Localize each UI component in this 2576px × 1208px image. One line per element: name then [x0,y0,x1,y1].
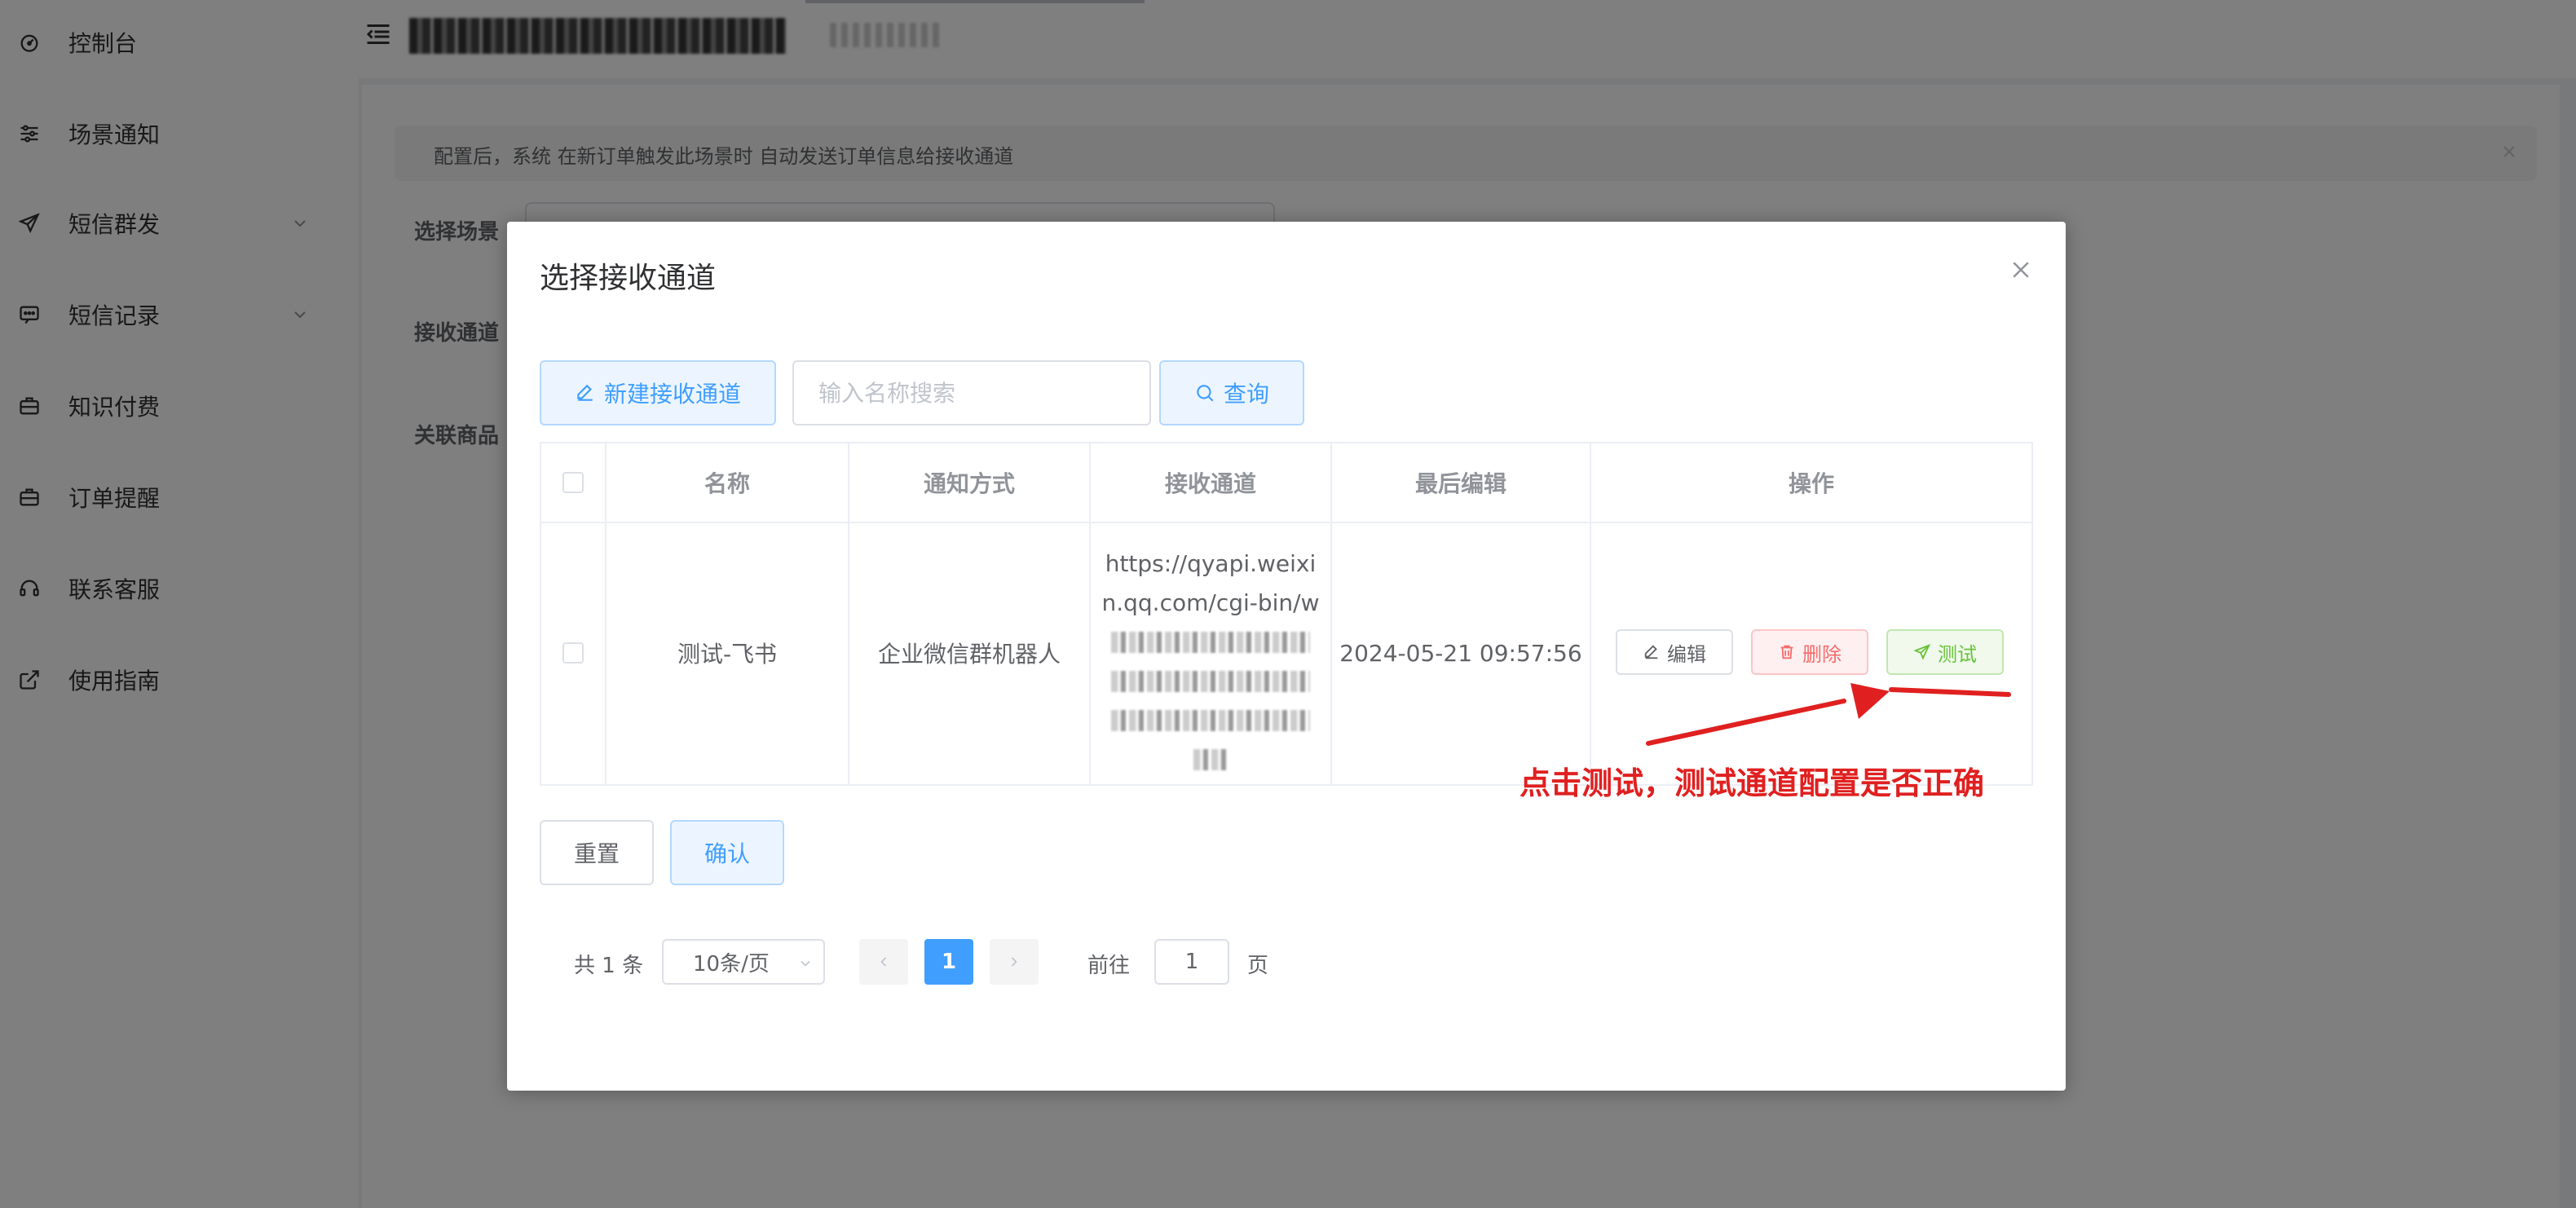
annotation-text: 点击测试，测试通道配置是否正确 [1520,765,1985,801]
search-button-label: 查询 [1223,381,1269,408]
select-all-cell [541,443,607,522]
page-size-value: 10条/页 [693,951,770,977]
select-channel-dialog: 选择接收通道 新建接收通道 查询 名称 通知方式 接收通道 最后编辑 操作 测试… [507,222,2066,1091]
next-page-button[interactable] [990,939,1039,985]
chevron-down-icon [801,960,810,967]
edit-icon [1644,645,1658,659]
dialog-title: 选择接收通道 [540,262,717,295]
reset-button[interactable]: 重置 [540,820,654,885]
redacted-url-part [1193,749,1228,770]
row-actions: 编辑 删除 测试 [1591,522,2031,784]
column-header-method: 通知方式 [849,443,1091,522]
prev-page-button[interactable] [859,939,908,985]
channel-table: 名称 通知方式 接收通道 最后编辑 操作 测试-飞书 企业微信群机器人 http… [540,442,2033,786]
edit-button-label: 编辑 [1667,642,1706,666]
row-name: 测试-飞书 [607,522,849,784]
new-channel-button[interactable]: 新建接收通道 [540,360,776,425]
chevron-right-icon [1011,957,1017,967]
pagination-total: 共 1 条 [574,954,644,978]
search-input[interactable] [792,360,1151,425]
goto-page-input[interactable] [1154,939,1229,985]
row-method: 企业微信群机器人 [849,522,1091,784]
channel-url-line-1: https://qyapi.weixi [1105,550,1317,577]
pagination: 共 1 条 10条/页 1 前往 页 [540,939,1355,988]
row-checkbox[interactable] [562,642,584,664]
redacted-url-part [1111,710,1310,731]
test-button-label: 测试 [1938,642,1977,666]
page-number-button[interactable]: 1 [924,939,973,985]
search-icon [1197,385,1214,402]
redacted-url-part [1111,632,1310,653]
close-icon[interactable] [2009,258,2033,282]
row-last-edit: 2024-05-21 09:57:56 [1332,522,1591,784]
search-button[interactable]: 查询 [1159,360,1304,425]
new-channel-label: 新建接收通道 [603,381,741,408]
column-header-last-edit: 最后编辑 [1332,443,1591,522]
edit-icon [577,384,593,401]
table-row: 测试-飞书 企业微信群机器人 https://qyapi.weixi n.qq.… [541,522,2031,784]
delete-button-label: 删除 [1802,642,1842,666]
confirm-button[interactable]: 确认 [670,820,784,885]
edit-button[interactable]: 编辑 [1616,629,1733,675]
page-size-select[interactable]: 10条/页 [662,939,825,985]
page-suffix: 页 [1247,954,1269,978]
goto-label: 前往 [1087,954,1131,978]
channel-url-line-2: n.qq.com/cgi-bin/w [1101,589,1320,616]
chevron-left-icon [880,957,887,967]
redacted-url-part [1111,671,1310,692]
row-channel: https://qyapi.weixi n.qq.com/cgi-bin/w [1091,522,1332,784]
trash-icon [1780,645,1793,659]
column-header-actions: 操作 [1788,470,1834,497]
column-header-name: 名称 [607,443,849,522]
column-header-channel: 接收通道 [1091,443,1332,522]
test-button[interactable]: 测试 [1886,629,2004,675]
row-select-cell [541,522,607,784]
table-header: 名称 通知方式 接收通道 最后编辑 操作 [541,443,2031,523]
delete-button[interactable]: 删除 [1751,629,1868,675]
select-all-checkbox[interactable] [562,472,584,493]
send-icon [1913,644,1931,660]
